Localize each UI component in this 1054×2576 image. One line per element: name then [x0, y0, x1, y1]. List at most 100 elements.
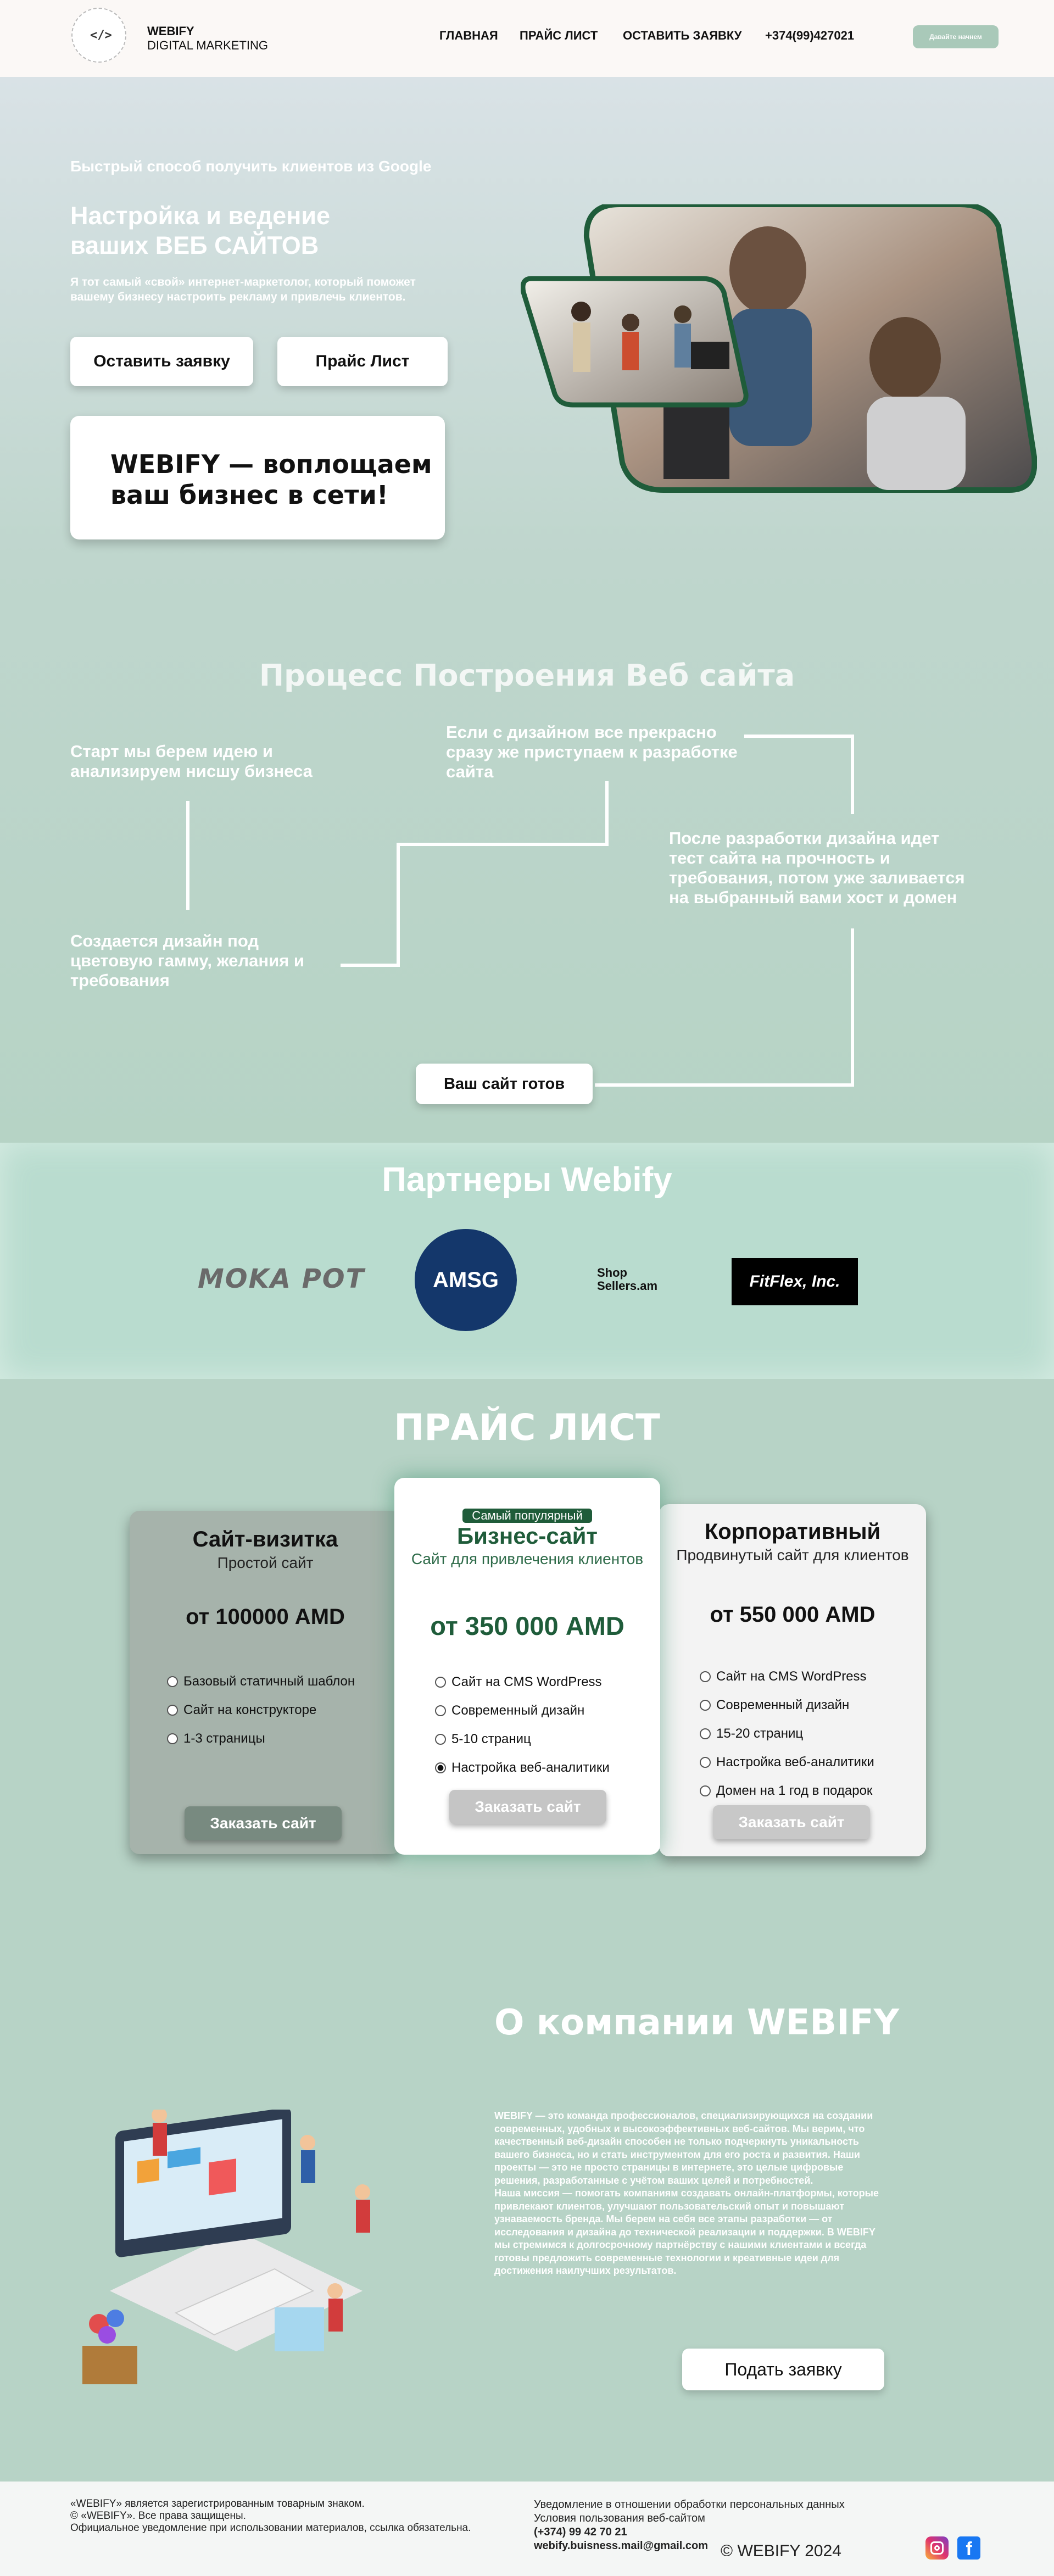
start-button[interactable]: Давайте начнем [913, 25, 999, 48]
plan-option[interactable]: Сайт на CMS WordPress [435, 1668, 610, 1696]
price-list-button[interactable]: Прайс Лист [277, 337, 448, 386]
about-line: достижения наилучших результатов. [494, 2265, 677, 2276]
plan-option-label: Настройка веб-аналитики [716, 1755, 874, 1770]
brand: WEBIFY DIGITAL MARKETING [147, 24, 268, 53]
plan-option[interactable]: Базовый статичный шаблон [167, 1667, 355, 1696]
about-line: решения, разработанные с учётом ваших це… [494, 2174, 813, 2186]
nav-home[interactable]: ГЛАВНАЯ [439, 29, 498, 43]
pricing-title: ПРАЙС ЛИСТ [394, 1406, 660, 1449]
about-line: привлекают клиентов, улучшают пользовате… [494, 2200, 845, 2212]
plan-option-label: Базовый статичный шаблон [183, 1674, 355, 1689]
plan-option-label: Сайт на CMS WordPress [716, 1669, 867, 1684]
footer-legal: «WEBIFY» является зарегистрированным тов… [70, 2498, 471, 2534]
popular-badge: Самый популярный [462, 1509, 592, 1523]
plan-option-label: 15-20 страниц [716, 1726, 804, 1741]
about-line: современных, удобных и высокоэффективных… [494, 2123, 865, 2134]
partner-logo-moka-pot-text: MOKA POT [198, 1264, 365, 1294]
hero-title-line1: Настройка и ведение [70, 202, 331, 230]
site-footer: «WEBIFY» является зарегистрированным тов… [0, 2482, 1054, 2576]
plan-option[interactable]: Современный дизайн [435, 1696, 610, 1725]
hero-subtitle: Я тот самый «свой» интернет-маркетолог, … [70, 275, 416, 304]
radio-icon[interactable] [700, 1700, 711, 1711]
price-card-popular: Самый популярный Бизнес-сайт Сайт для пр… [394, 1478, 660, 1855]
radio-icon[interactable] [435, 1705, 446, 1716]
plan-option[interactable]: 15-20 страниц [700, 1720, 874, 1748]
tagline-line1: WEBIFY — воплощаем [110, 449, 432, 479]
order-button[interactable]: Заказать сайт [713, 1805, 870, 1839]
about-title: О компании WEBIFY [494, 2002, 899, 2043]
nav-price-list[interactable]: ПРАЙС ЛИСТ [520, 29, 598, 43]
partner-logo-shop-sellers[interactable]: Shop Sellers.am [597, 1266, 668, 1293]
partner-logo-amsg[interactable]: AMSG [415, 1229, 517, 1331]
about-line: готовы предложить современные технологии… [494, 2252, 840, 2263]
hero-title: Настройка и ведение ваших ВЕБ САЙТОВ [70, 201, 330, 260]
radio-selected-icon[interactable] [435, 1762, 446, 1773]
partner-logo-moka-pot[interactable]: MOKA POT [198, 1264, 365, 1294]
plan-option[interactable]: Настройка веб-аналитики [435, 1754, 610, 1782]
order-button[interactable]: Заказать сайт [449, 1790, 606, 1824]
plan-option-label: Настройка веб-аналитики [451, 1760, 610, 1775]
instagram-icon[interactable] [925, 2536, 949, 2560]
plan-name: Корпоративный [704, 1520, 881, 1544]
request-button[interactable]: Оставить заявку [70, 337, 253, 386]
plan-option-label: 5-10 страниц [451, 1732, 531, 1746]
partner-logo-amsg-text: AMSG [433, 1267, 499, 1292]
facebook-icon[interactable]: f [957, 2536, 980, 2560]
radio-icon[interactable] [167, 1733, 178, 1744]
plan-sub: Простой сайт [217, 1554, 314, 1571]
brand-name: WEBIFY [147, 24, 194, 38]
plan-option-label: Сайт на CMS WordPress [451, 1674, 602, 1689]
footer-legal-line: «WEBIFY» является зарегистрированным тов… [70, 2498, 365, 2510]
submit-request-button[interactable]: Подать заявку [682, 2349, 884, 2390]
radio-icon[interactable] [700, 1728, 711, 1739]
about-line: узнаваемость бренда. Мы берем на себя вс… [494, 2213, 833, 2224]
hero-subtitle-line1: Я тот самый «свой» интернет-маркетолог, … [70, 276, 416, 288]
radio-icon[interactable] [167, 1705, 178, 1716]
process-title: Процесс Построения Веб сайта [259, 658, 795, 693]
plan-price: от 100000 AMD [186, 1605, 345, 1629]
about-line: проекты — это не просто страницы в интер… [494, 2162, 844, 2173]
radio-icon[interactable] [435, 1677, 446, 1688]
plan-option[interactable]: Настройка веб-аналитики [700, 1748, 874, 1777]
plan-name: Бизнес-сайт [456, 1523, 598, 1549]
tagline-card: WEBIFY — воплощаем ваш бизнес в сети! [70, 416, 445, 539]
plan-option[interactable]: Сайт на CMS WordPress [700, 1662, 874, 1691]
nav-phone[interactable]: +374(99)427021 [765, 29, 854, 43]
plan-price: от 550 000 AMD [710, 1603, 875, 1627]
partner-logo-shop-sellers-text: Shop Sellers.am [597, 1266, 658, 1293]
about-line: качественный веб-дизайн способен не толь… [494, 2136, 859, 2147]
order-button[interactable]: Заказать сайт [185, 1806, 342, 1840]
radio-icon[interactable] [167, 1676, 178, 1687]
partners-title: Партнеры Webify [382, 1161, 672, 1199]
brand-tagline: DIGITAL MARKETING [147, 38, 269, 52]
radio-icon[interactable] [435, 1734, 446, 1745]
about-line: мы стремимся к долгосрочному партнёрству… [494, 2239, 867, 2250]
plan-option-label: 1-3 страницы [183, 1731, 265, 1746]
about-line: исследования и дизайна до технической ре… [494, 2226, 875, 2238]
site-ready-button[interactable]: Ваш сайт готов [416, 1064, 593, 1104]
about-line: WEBIFY — это команда профессионалов, спе… [494, 2110, 873, 2121]
plan-price: от 350 000 AMD [430, 1611, 624, 1640]
price-card-basic: Сайт-визитка Простой сайт от 100000 AMD … [130, 1511, 401, 1854]
hero-subtitle-line2: вашему бизнесу настроить рекламу и привл… [70, 291, 406, 303]
radio-icon[interactable] [700, 1671, 711, 1682]
plan-sub: Продвинутый сайт для клиентов [676, 1546, 909, 1564]
nav-request[interactable]: ОСТАВИТЬ ЗАЯВКУ [623, 29, 742, 43]
price-card-corporate: Корпоративный Продвинутый сайт для клиен… [659, 1504, 926, 1856]
radio-icon[interactable] [700, 1785, 711, 1796]
plan-option[interactable]: Домен на 1 год в подарок [700, 1777, 874, 1805]
about-text: WEBIFY — это команда профессионалов, спе… [494, 2110, 989, 2278]
plan-option-label: Современный дизайн [451, 1703, 585, 1718]
plan-option[interactable]: 1-3 страницы [167, 1724, 355, 1753]
plan-option[interactable]: 5-10 страниц [435, 1725, 610, 1754]
footer-phone[interactable]: (+374) 99 42 70 21 [534, 2525, 845, 2539]
radio-icon[interactable] [700, 1757, 711, 1768]
terms-link[interactable]: Условия пользования веб-сайтом [534, 2512, 845, 2525]
privacy-link[interactable]: Уведомление в отношении обработки персон… [534, 2498, 845, 2512]
plan-option[interactable]: Сайт на конструкторе [167, 1696, 355, 1724]
plan-option[interactable]: Современный дизайн [700, 1691, 874, 1720]
logo-icon[interactable] [71, 8, 126, 63]
partner-logo-fitflex[interactable]: FitFlex, Inc. [732, 1258, 858, 1305]
process-path-lines [186, 735, 854, 1087]
plan-option-label: Домен на 1 год в подарок [716, 1783, 873, 1798]
